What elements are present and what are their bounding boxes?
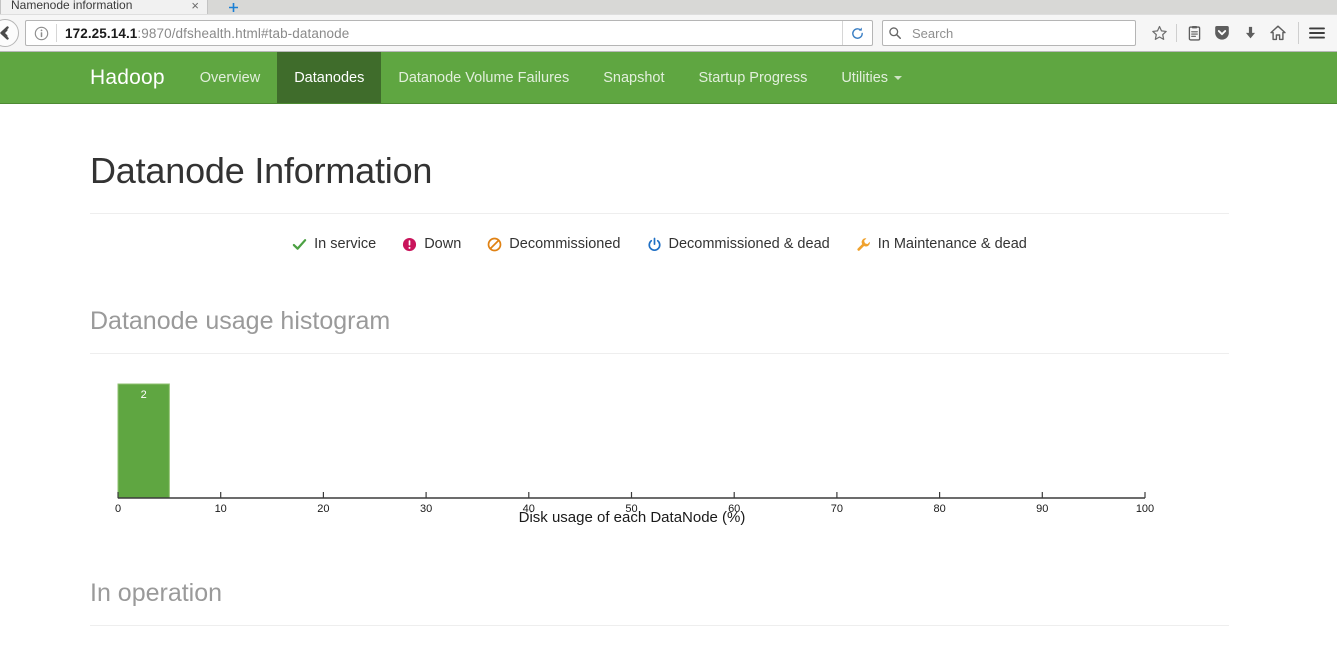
histogram-bar[interactable] [117, 383, 170, 499]
url-path: :9870/dfshealth.html#tab-datanode [137, 25, 350, 41]
legend-item-decommissioned-dead: Decommissioned & dead [647, 236, 830, 252]
histogram-divider [90, 353, 1229, 354]
x-axis-tick-label: 30 [420, 503, 432, 515]
star-icon[interactable] [1145, 19, 1173, 47]
url-bar[interactable]: 172.25.14.1:9870/dfshealth.html#tab-data… [25, 20, 873, 46]
browser-tabstrip: Namenode information × [0, 0, 1337, 14]
legend-label-down: Down [424, 236, 462, 252]
exclamation-circle-icon [403, 237, 417, 251]
x-axis-tick-label: 100 [1136, 503, 1154, 515]
ban-circle-icon [487, 237, 502, 251]
histogram-svg: 2 0 10 20 30 40 50 60 70 80 90 100 Disk usage of e… [115, 383, 1154, 526]
close-icon[interactable]: × [191, 0, 199, 12]
title-divider [90, 213, 1229, 214]
histogram-heading: Datanode usage histogram [90, 307, 391, 335]
hadoop-page: Hadoop Overview Datanodes Datanode Volum… [0, 52, 1337, 645]
power-icon [647, 237, 661, 251]
nav-item-overview[interactable]: Overview [183, 52, 277, 103]
back-button[interactable] [0, 19, 19, 47]
download-arrow-icon[interactable] [1236, 19, 1264, 47]
legend-label-decommissioned-dead: Decommissioned & dead [668, 236, 830, 252]
legend-item-in-maintenance-dead: In Maintenance & dead [856, 236, 1027, 252]
in-operation-divider [90, 625, 1229, 626]
browser-toolbar: 172.25.14.1:9870/dfshealth.html#tab-data… [0, 14, 1337, 51]
x-axis-tick-label: 10 [215, 503, 227, 515]
page-title: Datanode Information [90, 150, 433, 191]
plus-icon [228, 3, 238, 12]
check-icon [292, 238, 307, 250]
url-text[interactable]: 172.25.14.1:9870/dfshealth.html#tab-data… [57, 26, 842, 41]
x-axis-tick-label: 0 [115, 503, 121, 515]
new-tab-button[interactable] [216, 0, 250, 14]
nav-item-datanodes[interactable]: Datanodes [277, 52, 382, 103]
histogram-bars[interactable]: 2 [117, 383, 170, 499]
brand-logo[interactable]: Hadoop [0, 52, 183, 103]
pocket-shield-icon[interactable] [1208, 19, 1236, 47]
x-axis-tick-label: 90 [1036, 503, 1048, 515]
toolbar-divider-2 [1298, 22, 1299, 44]
info-icon [34, 26, 49, 40]
page-content: Datanode Information In service Down Dec… [0, 150, 1337, 626]
nav-item-datanode-volume-failures[interactable]: Datanode Volume Failures [381, 52, 586, 103]
wrench-icon [857, 237, 870, 251]
legend-item-down: Down [402, 236, 461, 252]
site-identity-button[interactable] [26, 24, 57, 42]
in-operation-heading: In operation [90, 579, 223, 607]
legend-label-in-maintenance-dead: In Maintenance & dead [877, 236, 1027, 252]
search-input[interactable]: Search [912, 26, 953, 41]
hamburger-menu-icon[interactable] [1303, 19, 1331, 47]
nav-item-utilities-label: Utilities [841, 69, 889, 86]
reading-list-icon[interactable] [1180, 19, 1208, 47]
hadoop-navbar: Hadoop Overview Datanodes Datanode Volum… [0, 52, 1337, 104]
histogram-x-axis-label: Disk usage of each DataNode (%) [519, 509, 746, 526]
x-axis-tick-label: 70 [831, 503, 843, 515]
nav-item-snapshot[interactable]: Snapshot [586, 52, 681, 103]
x-axis-tick-label: 20 [317, 503, 329, 515]
browser-chrome: Namenode information × 172.25.14.1:9870/… [0, 0, 1337, 52]
browser-tab-active[interactable]: Namenode information × [0, 0, 208, 14]
legend-label-decommissioned: Decommissioned [509, 236, 621, 252]
search-bar[interactable]: Search [882, 20, 1136, 46]
nav-item-startup-progress[interactable]: Startup Progress [682, 52, 825, 103]
x-axis-tick-label: 80 [933, 503, 945, 515]
legend-label-in-service: In service [314, 236, 377, 252]
url-host: 172.25.14.1 [65, 25, 138, 41]
legend-item-in-service: In service [292, 236, 376, 252]
toolbar-divider [1176, 24, 1177, 42]
search-icon [883, 21, 907, 45]
reload-icon [852, 27, 863, 39]
reload-button[interactable] [842, 21, 872, 45]
nav-item-utilities[interactable]: Utilities [824, 52, 919, 103]
datanode-status-legend: In service Down Decommissioned Decommiss… [90, 236, 1229, 252]
home-icon[interactable] [1264, 19, 1292, 47]
browser-tab-title: Namenode information [11, 0, 133, 12]
chevron-down-icon [894, 75, 903, 80]
histogram-bar-label: 2 [141, 389, 147, 401]
back-arrow-icon [0, 26, 9, 40]
datanode-usage-histogram: 2 0 10 20 30 40 50 60 70 80 90 100 Disk usage of e… [90, 370, 1229, 535]
legend-item-decommissioned: Decommissioned [487, 236, 621, 252]
